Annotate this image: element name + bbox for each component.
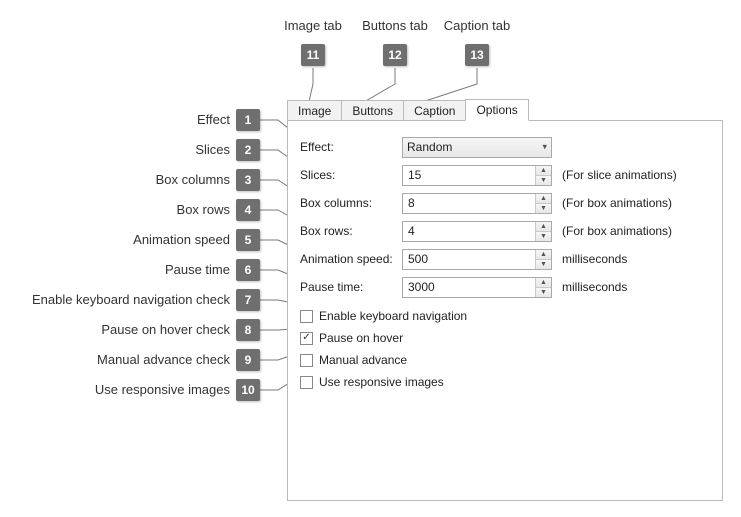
- effect-value: Random: [407, 140, 452, 154]
- callout-badge-4: 4: [236, 199, 260, 221]
- callout-badge-2: 2: [236, 139, 260, 161]
- anispeed-spinner[interactable]: 500 ▲▼: [402, 249, 552, 270]
- enablekb-label: Enable keyboard navigation: [319, 309, 467, 323]
- slices-spinner[interactable]: 15 ▲▼: [402, 165, 552, 186]
- tab-options[interactable]: Options: [465, 99, 528, 121]
- tabstrip: Image Buttons Caption Options: [287, 98, 723, 120]
- pausetime-value: 3000: [403, 280, 535, 294]
- pausetime-suffix: milliseconds: [562, 280, 627, 294]
- tab-buttons[interactable]: Buttons: [341, 100, 404, 121]
- anispeed-value: 500: [403, 252, 535, 266]
- slices-label: Slices:: [300, 168, 402, 182]
- manualadv-label: Manual advance: [319, 353, 407, 367]
- options-panel: Image Buttons Caption Options Effect: Ra…: [287, 98, 723, 501]
- callout-badge-12: 12: [383, 44, 407, 66]
- callout-label-11: Image tab: [278, 18, 348, 33]
- callout-badge-3: 3: [236, 169, 260, 191]
- callout-label-2: Slices: [100, 142, 230, 157]
- pausetime-spinner[interactable]: 3000 ▲▼: [402, 277, 552, 298]
- options-body: Effect: Random ▾ Slices: 15 ▲▼ (For slic…: [287, 120, 723, 501]
- tab-image[interactable]: Image: [287, 100, 342, 121]
- effect-dropdown[interactable]: Random ▾: [402, 137, 552, 158]
- callout-label-12: Buttons tab: [360, 18, 430, 33]
- boxrows-value: 4: [403, 224, 535, 238]
- callout-label-5: Animation speed: [100, 232, 230, 247]
- boxrows-label: Box rows:: [300, 224, 402, 238]
- manualadv-checkbox[interactable]: [300, 354, 313, 367]
- spinner-down-icon[interactable]: ▼: [536, 176, 551, 185]
- callout-label-13: Caption tab: [442, 18, 512, 33]
- slices-suffix: (For slice animations): [562, 168, 677, 182]
- callout-badge-1: 1: [236, 109, 260, 131]
- spinner-down-icon[interactable]: ▼: [536, 204, 551, 213]
- callout-label-8: Pause on hover check: [60, 322, 230, 337]
- pausehover-checkbox[interactable]: ✓: [300, 332, 313, 345]
- spinner-up-icon[interactable]: ▲: [536, 222, 551, 232]
- tab-caption[interactable]: Caption: [403, 100, 466, 121]
- boxcols-label: Box columns:: [300, 196, 402, 210]
- spinner-up-icon[interactable]: ▲: [536, 278, 551, 288]
- callout-badge-10: 10: [236, 379, 260, 401]
- spinner-down-icon[interactable]: ▼: [536, 232, 551, 241]
- callout-badge-13: 13: [465, 44, 489, 66]
- callout-label-3: Box columns: [100, 172, 230, 187]
- callout-label-4: Box rows: [100, 202, 230, 217]
- enablekb-checkbox[interactable]: [300, 310, 313, 323]
- boxcols-value: 8: [403, 196, 535, 210]
- callout-badge-9: 9: [236, 349, 260, 371]
- boxrows-suffix: (For box animations): [562, 224, 672, 238]
- callout-label-9: Manual advance check: [60, 352, 230, 367]
- anispeed-label: Animation speed:: [300, 252, 402, 266]
- spinner-down-icon[interactable]: ▼: [536, 288, 551, 297]
- spinner-up-icon[interactable]: ▲: [536, 194, 551, 204]
- callout-badge-8: 8: [236, 319, 260, 341]
- callout-badge-11: 11: [301, 44, 325, 66]
- callout-badge-6: 6: [236, 259, 260, 281]
- spinner-up-icon[interactable]: ▲: [536, 166, 551, 176]
- effect-label: Effect:: [300, 140, 402, 154]
- responsive-checkbox[interactable]: [300, 376, 313, 389]
- boxcols-suffix: (For box animations): [562, 196, 672, 210]
- chevron-down-icon: ▾: [542, 142, 547, 153]
- callout-badge-7: 7: [236, 289, 260, 311]
- boxcols-spinner[interactable]: 8 ▲▼: [402, 193, 552, 214]
- boxrows-spinner[interactable]: 4 ▲▼: [402, 221, 552, 242]
- slices-value: 15: [403, 168, 535, 182]
- callout-label-10: Use responsive images: [60, 382, 230, 397]
- callout-badge-5: 5: [236, 229, 260, 251]
- pausetime-label: Pause time:: [300, 280, 402, 294]
- callout-label-7: Enable keyboard navigation check: [20, 292, 230, 307]
- callout-label-1: Effect: [100, 112, 230, 127]
- spinner-up-icon[interactable]: ▲: [536, 250, 551, 260]
- pausehover-label: Pause on hover: [319, 331, 403, 345]
- responsive-label: Use responsive images: [319, 375, 444, 389]
- callout-label-6: Pause time: [100, 262, 230, 277]
- spinner-down-icon[interactable]: ▼: [536, 260, 551, 269]
- anispeed-suffix: milliseconds: [562, 252, 627, 266]
